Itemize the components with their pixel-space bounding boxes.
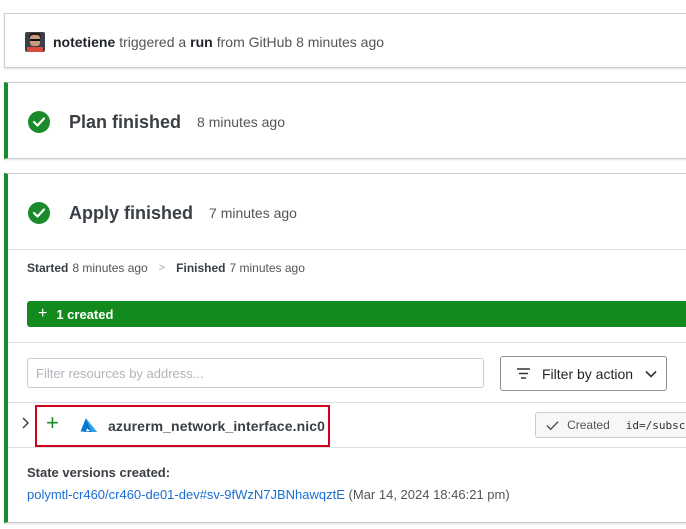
plan-header[interactable]: Plan finished 8 minutes ago [28,111,285,133]
trigger-source: from GitHub 8 minutes ago [216,34,385,50]
apply-card: Apply finished 7 minutes ago Started 8 m… [4,173,686,523]
chevron-right-icon[interactable] [22,417,29,429]
checkmark-icon [546,420,559,430]
divider [8,342,686,343]
apply-header[interactable]: Apply finished 7 minutes ago [28,202,297,224]
divider [8,249,686,250]
state-version-link[interactable]: polymtl-cr460/cr460-de01-dev#sv-9fWzN7JB… [27,487,345,502]
resource-status-tag: Created id=/subscr [535,412,686,438]
finished-time: 7 minutes ago [229,261,305,275]
divider [8,447,686,448]
timeline-separator: > [158,262,166,274]
resource-row[interactable]: + azurerm_network_interface.nic0 Created… [8,404,686,447]
state-version-date: (Mar 14, 2024 18:46:21 pm) [348,487,510,502]
run-trigger-card: notetiene triggered a run from GitHub 8 … [4,13,686,68]
plan-card: Plan finished 8 minutes ago [4,82,686,159]
created-summary-bar[interactable]: + 1 created [27,301,686,327]
created-count: 1 created [56,306,114,322]
filter-resources-input[interactable] [27,358,484,388]
filter-by-action-label: Filter by action [542,365,634,382]
state-version-line: polymtl-cr460/cr460-de01-dev#sv-9fWzN7JB… [27,487,510,502]
filter-by-action-button[interactable]: Filter by action [500,356,667,391]
trigger-run-word: run [190,34,213,50]
plus-icon: + [38,305,48,322]
filter-lines-icon [517,368,530,379]
apply-title: Apply finished [69,202,194,223]
finished-label: Finished [176,261,226,275]
plan-title: Plan finished [69,111,182,132]
avatar[interactable] [25,32,45,52]
trigger-line: notetiene triggered a run from GitHub 8 … [25,32,388,52]
divider [8,402,686,403]
started-label: Started [27,261,69,275]
apply-time: 7 minutes ago [209,205,297,221]
trigger-user[interactable]: notetiene [53,34,115,50]
plan-time: 8 minutes ago [197,114,285,130]
resource-id: id=/subscr [625,418,686,432]
apply-timeline: Started 8 minutes ago > Finished 7 minut… [27,261,305,275]
chevron-down-icon [645,370,657,378]
azure-icon [80,418,97,432]
plus-icon: + [46,410,59,435]
started-time: 8 minutes ago [72,261,148,275]
state-versions-title: State versions created: [27,465,171,480]
trigger-text: triggered a [119,34,187,50]
check-circle-icon [28,111,50,133]
resource-name[interactable]: azurerm_network_interface.nic0 [108,418,325,434]
resource-status: Created [567,418,610,432]
check-circle-icon [28,202,50,224]
